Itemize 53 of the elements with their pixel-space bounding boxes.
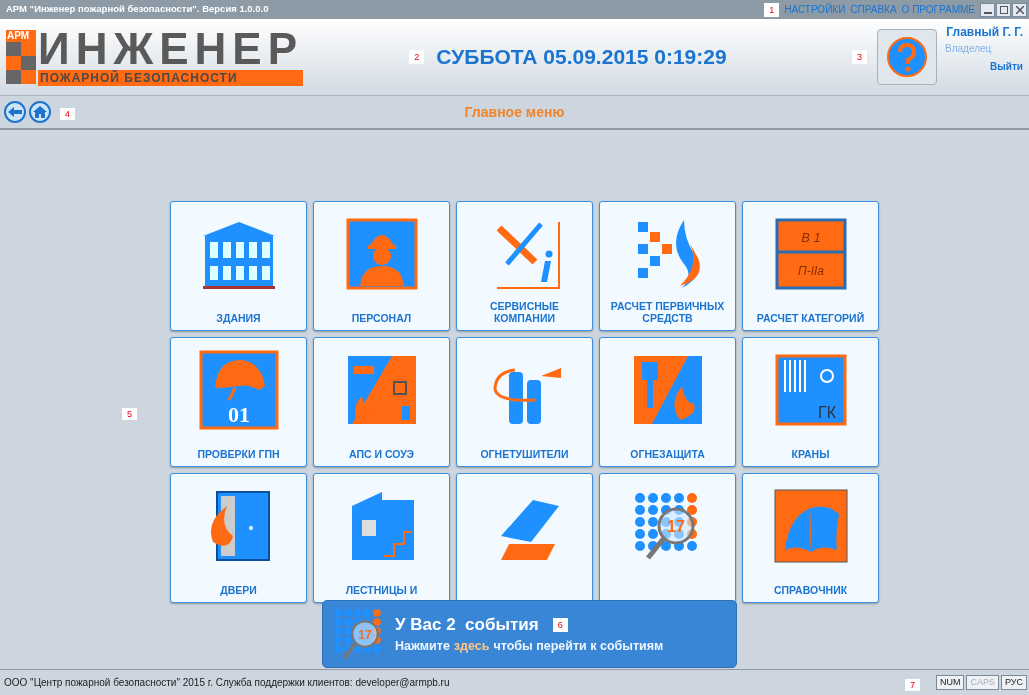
callout-number: 7 (904, 678, 920, 691)
notification-text: Нажмите (395, 638, 450, 656)
menu-tile[interactable]: СЕРВИСНЫЕ КОМПАНИИ (456, 201, 593, 331)
window-title: АРМ "Инженер пожарной безопасности". Версия 1.0.0.0 (6, 2, 269, 17)
key-indicator: CAPS (966, 674, 999, 691)
help-button[interactable] (877, 29, 937, 85)
menu-tile[interactable] (456, 473, 593, 603)
menu-tile[interactable]: ПЕРСОНАЛ (313, 201, 450, 331)
menu-tile[interactable]: ОГНЕТУШИТЕЛИ (456, 337, 593, 467)
checker-logo-icon (6, 42, 36, 84)
user-name: Главный Г. Г. (946, 24, 1023, 41)
notification-text: чтобы перейти к событиям (493, 638, 664, 656)
fire-helmet-icon: 01 (198, 350, 279, 430)
menu-tile[interactable]: В 1 П-IIа РАСЧЕТ КАТЕГОРИЙ (742, 201, 879, 331)
back-button[interactable] (4, 101, 26, 123)
menu-tile[interactable]: РАСЧЕТ ПЕРВИЧНЫХ СРЕДСТВ (599, 201, 736, 331)
left-arrow-icon (8, 107, 22, 117)
key-indicator: NUM (935, 674, 965, 691)
callout-number: 5 (122, 408, 137, 420)
callout-number: 4 (60, 108, 75, 120)
menu-tile[interactable]: ОГНЕЗАЩИТА (599, 337, 736, 467)
maximize-icon (999, 5, 1008, 14)
date-time: СУББОТА 05.09.2015 0:19:29 (436, 44, 727, 71)
minimize-button[interactable] (980, 2, 995, 17)
status-text: ООО "Центр пожарной безопасности" 2015 г. Служба поддержки клиентов: developer@armpb.ru (4, 676, 450, 690)
menu-tile[interactable]: ГК КРАНЫ (742, 337, 879, 467)
notification-popup[interactable]: 17 У Вас 2 события 6 Нажмите здесь чтобы перейти к событиям (322, 600, 737, 668)
key-indicator: РУС (1000, 674, 1027, 691)
notification-title: У Вас 2 события (395, 613, 539, 636)
menu-tile[interactable]: ЗДАНИЯ (170, 201, 307, 331)
user-role: Владелец (945, 42, 992, 56)
help-icon (886, 36, 928, 78)
logo-title: ИНЖЕНЕР (38, 28, 303, 70)
logo-badge: АРМ (6, 30, 36, 42)
menu-tile[interactable]: СПРАВОЧНИК (742, 473, 879, 603)
menu-tile[interactable]: АПС И СОУЭ (313, 337, 450, 467)
logout-link[interactable]: Выйти (990, 59, 1023, 74)
maximize-button[interactable] (996, 2, 1011, 17)
minimize-icon (983, 11, 992, 14)
menu-tile[interactable]: 01 ПРОВЕРКИ ГПН (170, 337, 307, 467)
callout-number: 1 (764, 2, 780, 17)
page-title: Главное меню (464, 102, 565, 122)
callout-number: 2 (409, 50, 425, 64)
callout-number: 6 (552, 617, 568, 632)
close-icon (1015, 5, 1024, 14)
menu-tile[interactable]: ЛЕСТНИЦЫ И (313, 473, 450, 603)
callout-number: 3 (852, 50, 867, 64)
home-icon (33, 106, 47, 118)
events-link[interactable]: здесь (453, 637, 490, 657)
menu-tile[interactable]: ДВЕРИ (170, 473, 307, 603)
close-button[interactable] (1012, 2, 1027, 17)
home-button[interactable] (29, 101, 51, 123)
logo-subtitle: ПОЖАРНОЙ БЕЗОПАСНОСТИ (38, 70, 303, 86)
